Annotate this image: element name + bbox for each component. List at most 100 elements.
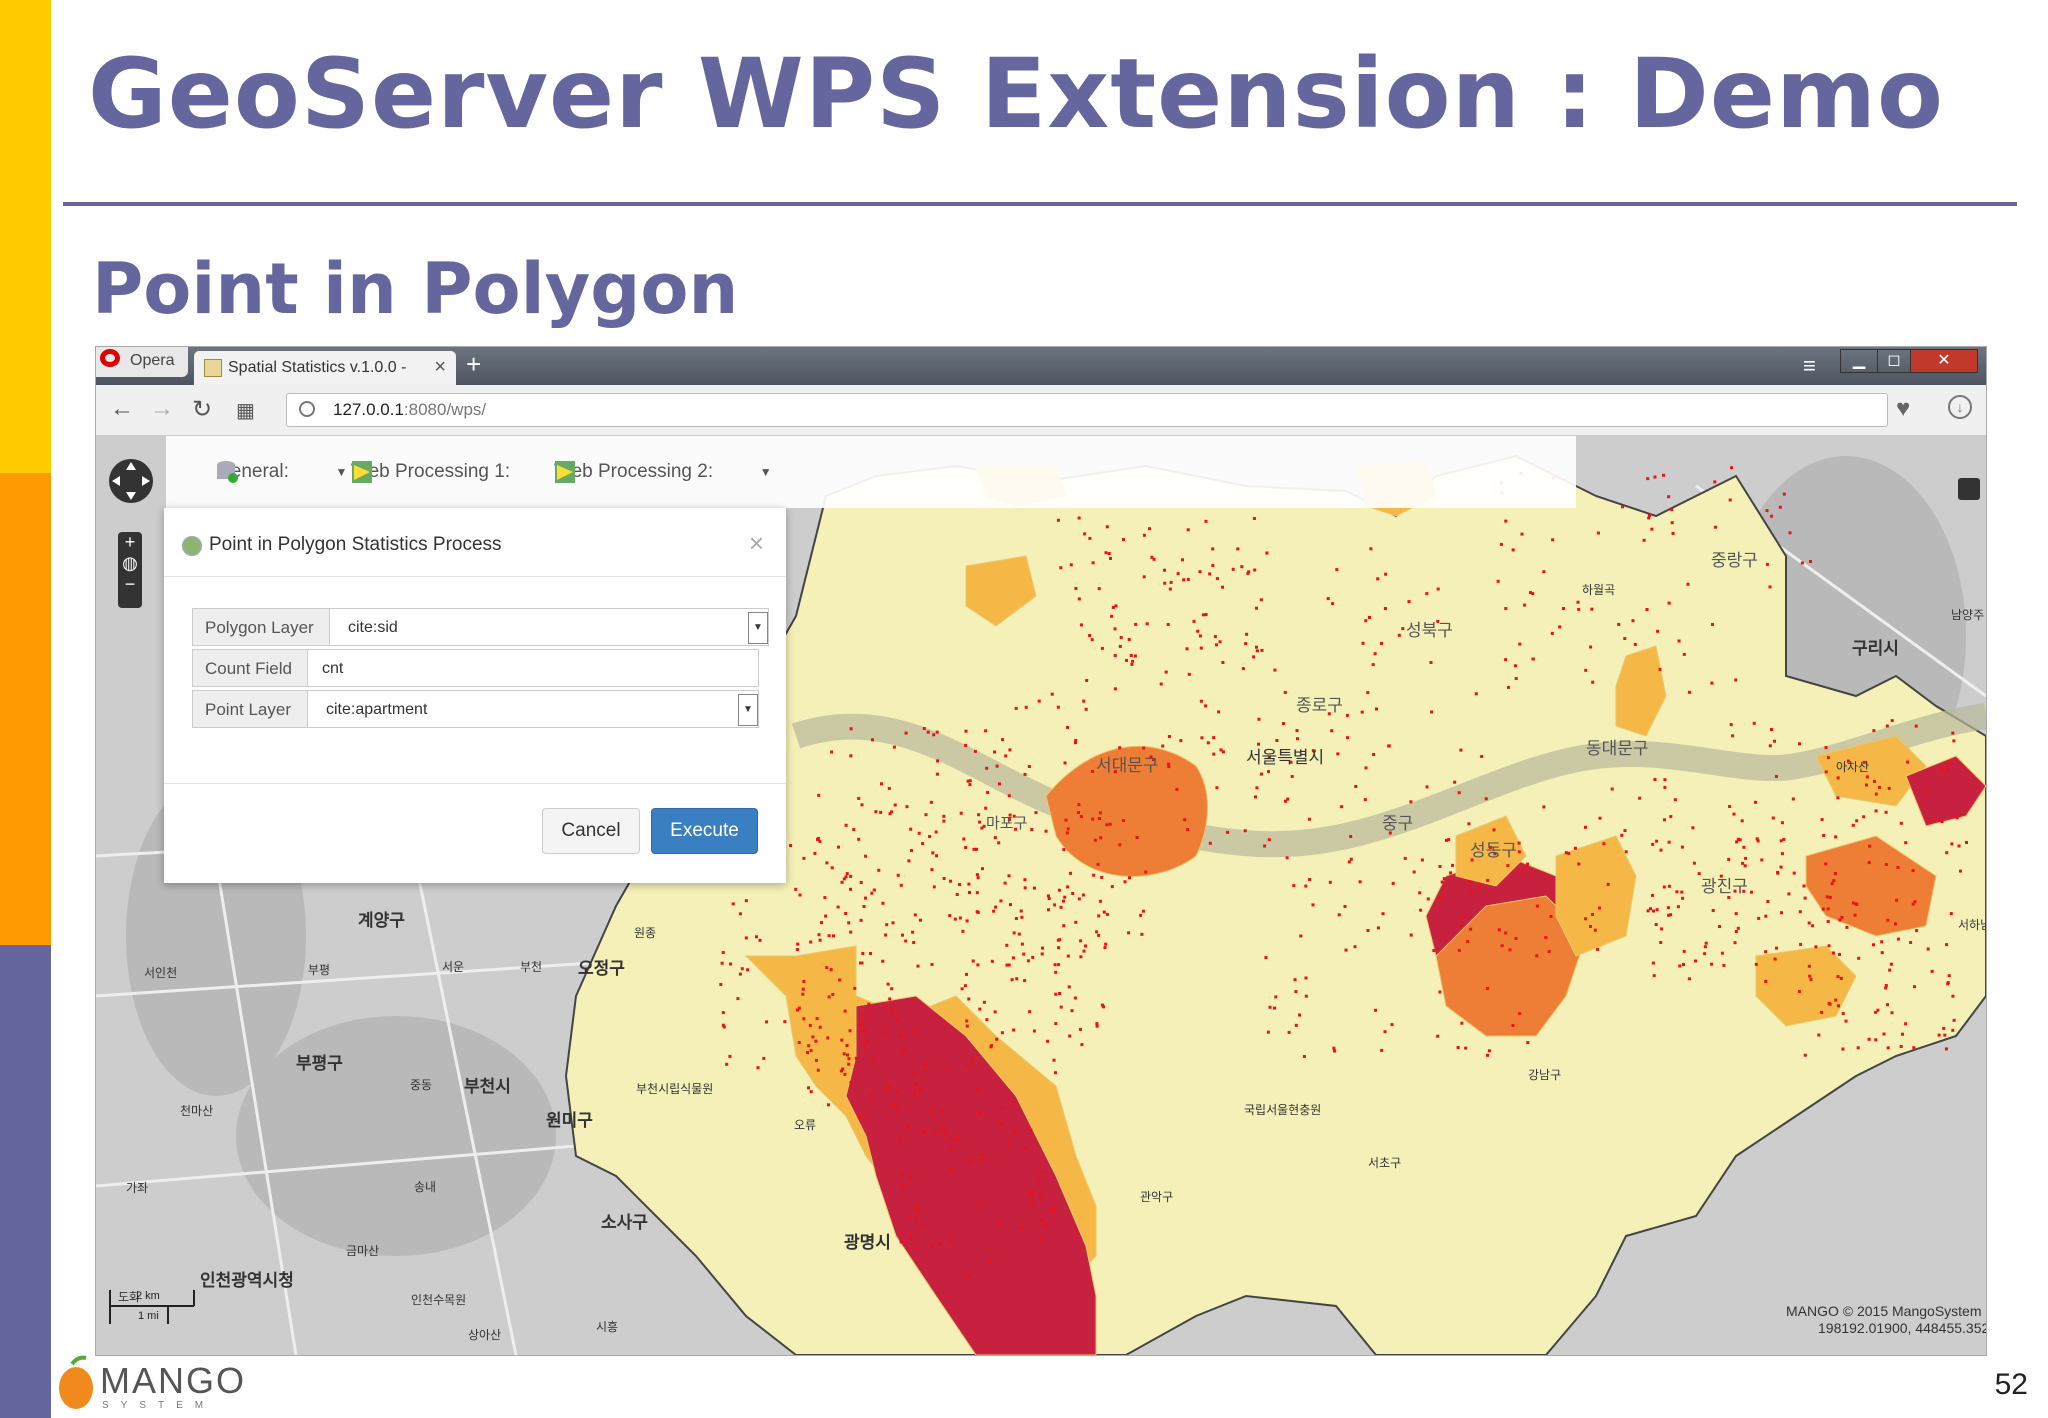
map-point [806, 1051, 809, 1055]
map-point [1562, 607, 1565, 610]
map-point [1927, 819, 1931, 823]
heart-icon[interactable]: ♥ [1896, 395, 1910, 423]
map-point [1949, 912, 1953, 916]
map-point [720, 961, 724, 965]
map-point [993, 750, 997, 754]
map-point [961, 929, 965, 933]
forward-arrow-icon[interactable]: → [150, 395, 174, 423]
web-processing-2-menu[interactable]: Web Processing 2: ▼ [554, 460, 772, 484]
maximize-icon[interactable]: ◻ [1877, 349, 1911, 373]
map-point [1596, 531, 1600, 535]
map-point [1499, 542, 1503, 546]
map-point [902, 1048, 906, 1052]
map-point [916, 964, 920, 968]
map-point [1100, 646, 1104, 650]
reload-icon[interactable]: ↻ [192, 395, 212, 424]
map-point [859, 961, 863, 965]
minimize-icon[interactable]: ▁ [1840, 349, 1878, 373]
map-point [1853, 913, 1857, 917]
opera-menu-button[interactable]: Opera [96, 347, 188, 377]
map-point [1654, 923, 1658, 926]
map-point [1606, 882, 1610, 886]
map-point [891, 921, 895, 925]
map-point [1778, 505, 1782, 509]
map-point [818, 839, 822, 843]
chevron-down-icon[interactable]: ▼ [738, 694, 758, 726]
map-point [975, 910, 979, 914]
map-point [798, 893, 802, 897]
map-point [1946, 768, 1950, 772]
map-point [1221, 750, 1225, 754]
zoom-out-icon[interactable]: − [118, 574, 142, 595]
map-point [1703, 945, 1707, 949]
close-icon[interactable]: × [749, 528, 764, 559]
map-point [1703, 952, 1707, 956]
map-point [958, 916, 962, 920]
map-point [1926, 947, 1930, 951]
map-point [1948, 761, 1952, 765]
map-point [1243, 829, 1247, 833]
map-point [1029, 1192, 1033, 1196]
map-label: 오정구 [578, 959, 625, 978]
map-point [918, 918, 922, 922]
map-point [1110, 614, 1114, 618]
map-point [796, 1008, 799, 1012]
speed-dial-icon[interactable]: ▦ [236, 398, 255, 423]
window-close-icon[interactable]: ✕ [1910, 349, 1978, 373]
map-point [1518, 642, 1522, 646]
layers-icon[interactable] [1958, 478, 1980, 500]
map-point [900, 1173, 904, 1177]
map-point [1466, 939, 1470, 943]
zoom-control: + ◍ − [118, 532, 142, 608]
map-point [1050, 692, 1054, 696]
url-field[interactable]: 127.0.0.1:8080/wps/ [286, 393, 1888, 427]
map-point [1742, 845, 1746, 849]
map-point [1857, 956, 1861, 960]
execute-button[interactable]: Execute [651, 808, 758, 854]
map-point [1798, 742, 1801, 746]
map-point [814, 1039, 818, 1043]
count-field-input[interactable]: cnt [308, 649, 759, 687]
download-icon[interactable]: ↓ [1948, 395, 1972, 419]
map-point [1449, 871, 1452, 875]
map-point [849, 887, 852, 891]
map-view[interactable]: General: ▼ Web Processing 1: ▼ Web Proce… [96, 436, 1986, 1355]
map-point [744, 899, 748, 903]
map-point [1420, 858, 1424, 862]
new-tab-icon[interactable]: + [466, 349, 481, 380]
map-point [1467, 880, 1471, 884]
back-arrow-icon[interactable]: ← [110, 395, 134, 423]
web-processing-1-menu[interactable]: Web Processing 1: ▼ [351, 460, 569, 484]
map-point [1273, 1006, 1277, 1010]
map-point [1255, 606, 1258, 610]
tab-close-icon[interactable]: × [434, 356, 446, 379]
mango-fruit-icon [59, 1355, 93, 1409]
map-point [1058, 992, 1062, 995]
map-point [1346, 736, 1349, 740]
chevron-down-icon[interactable]: ▼ [748, 612, 768, 644]
point-layer-select[interactable]: cite:apartment ▼ [308, 690, 759, 728]
map-point [1340, 805, 1344, 809]
map-point [1208, 572, 1212, 576]
browser-tab[interactable]: Spatial Statistics v.1.0.0 - × [194, 351, 456, 385]
pan-icon[interactable] [106, 454, 156, 508]
tab-menu-icon[interactable]: ≡ [1803, 353, 1816, 379]
map-point [1682, 963, 1685, 966]
map-point [900, 1184, 904, 1188]
map-point [899, 883, 903, 887]
map-point [980, 1153, 984, 1157]
map-point [1073, 996, 1077, 1000]
map-point [1187, 672, 1191, 676]
general-menu[interactable]: General: ▼ [216, 460, 347, 484]
map-point [965, 1064, 969, 1067]
polygon-layer-select[interactable]: cite:sid ▼ [330, 608, 769, 646]
cancel-button[interactable]: Cancel [542, 808, 640, 854]
zoom-in-icon[interactable]: + [118, 532, 142, 553]
zoom-world-icon[interactable]: ◍ [118, 553, 142, 574]
map-point [1904, 1022, 1908, 1026]
map-point [1659, 848, 1663, 852]
map-point [1514, 677, 1518, 680]
map-point [1836, 796, 1840, 800]
map-point [1066, 885, 1070, 889]
map-point [1376, 926, 1380, 930]
